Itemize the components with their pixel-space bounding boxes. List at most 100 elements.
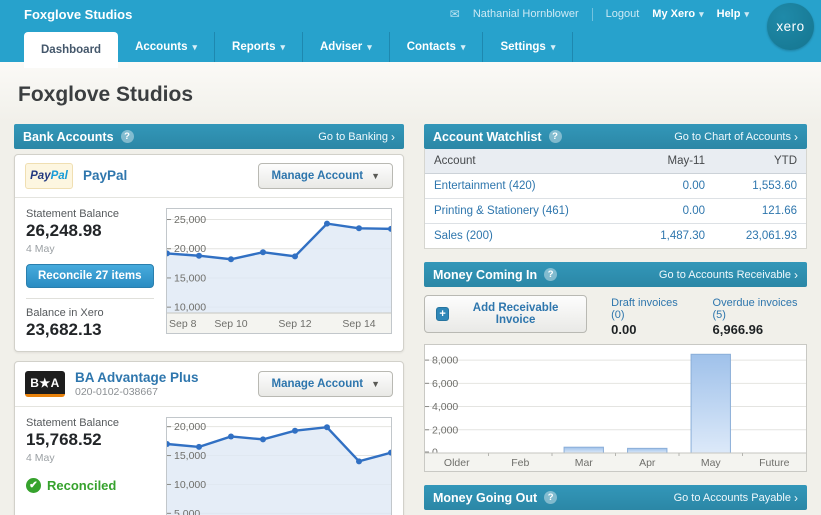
- account-link[interactable]: Entertainment (420): [434, 180, 585, 192]
- statement-balance-label: Statement Balance: [26, 208, 154, 220]
- tab-reports[interactable]: Reports ▾: [215, 32, 303, 62]
- overdue-invoices-stat: Overdue invoices (5) 6,966.96: [713, 295, 807, 337]
- app-header: Foxglove Studios ✉ Nathanial Hornblower …: [0, 0, 821, 62]
- manage-account-button[interactable]: Manage Account ▼: [258, 163, 393, 189]
- draft-invoices-stat: Draft invoices (0) 0.00: [611, 295, 688, 337]
- tab-dashboard[interactable]: Dashboard: [24, 32, 118, 68]
- table-row: Entertainment (420) 0.00 1,553.60: [425, 174, 806, 199]
- tab-settings[interactable]: Settings ▾: [483, 32, 573, 62]
- user-name-link[interactable]: Nathanial Hornblower: [473, 8, 579, 20]
- help-icon[interactable]: ?: [544, 491, 557, 504]
- draft-invoices-value: 0.00: [611, 322, 688, 337]
- ba-account-link[interactable]: BA Advantage Plus: [75, 370, 199, 385]
- money-in-actions: + Add Receivable Invoice Draft invoices …: [424, 287, 807, 344]
- reconcile-button[interactable]: Reconcile 27 items: [26, 264, 154, 288]
- watchlist-header-row: Account May-11 YTD: [425, 149, 806, 174]
- go-to-banking-link[interactable]: Go to Banking ›: [318, 131, 395, 143]
- manage-account-button[interactable]: Manage Account ▼: [258, 371, 393, 397]
- paypal-account-card: PayPal PayPal Manage Account ▼ Statement…: [14, 154, 404, 352]
- svg-text:Apr: Apr: [639, 457, 656, 469]
- chevron-down-icon: ▾: [699, 9, 704, 20]
- account-link[interactable]: Printing & Stationery (461): [434, 205, 585, 217]
- svg-text:Mar: Mar: [575, 457, 594, 469]
- chevron-down-icon: ▾: [551, 42, 556, 53]
- page-title: Foxglove Studios: [0, 62, 821, 124]
- watchlist-title: Account Watchlist: [433, 130, 542, 144]
- tab-contacts[interactable]: Contacts ▾: [390, 32, 484, 62]
- table-row: Printing & Stationery (461) 0.00 121.66: [425, 199, 806, 224]
- go-to-accounts-receivable-link[interactable]: Go to Accounts Receivable ›: [659, 269, 798, 281]
- svg-text:15,000: 15,000: [174, 450, 206, 462]
- svg-text:May: May: [701, 457, 722, 469]
- svg-text:15,000: 15,000: [174, 272, 206, 284]
- tab-adviser[interactable]: Adviser ▾: [303, 32, 390, 62]
- money-coming-in-section: Money Coming In ? Go to Accounts Receiva…: [424, 262, 807, 472]
- svg-text:Feb: Feb: [511, 457, 529, 469]
- my-xero-menu[interactable]: My Xero ▾: [652, 8, 703, 20]
- svg-text:2,000: 2,000: [432, 424, 458, 436]
- top-right-menu: ✉ Nathanial Hornblower Logout My Xero ▾ …: [450, 7, 811, 21]
- paypal-card-header: PayPal PayPal Manage Account ▼: [15, 155, 403, 198]
- svg-text:Sep 10: Sep 10: [214, 318, 247, 330]
- chevron-down-icon: ▾: [280, 42, 285, 53]
- svg-text:8,000: 8,000: [432, 355, 458, 367]
- statement-balance-label: Statement Balance: [26, 417, 154, 429]
- overdue-invoices-link[interactable]: Overdue invoices (5): [713, 297, 807, 321]
- bank-accounts-title: Bank Accounts: [23, 130, 114, 144]
- statement-date: 4 May: [26, 243, 154, 255]
- top-bar: Foxglove Studios ✉ Nathanial Hornblower …: [0, 0, 821, 28]
- paypal-stats: Statement Balance 26,248.98 4 May Reconc…: [26, 208, 154, 340]
- bank-accounts-header: Bank Accounts ? Go to Banking ›: [14, 124, 404, 149]
- money-in-title: Money Coming In: [433, 268, 537, 282]
- help-icon[interactable]: ?: [121, 130, 134, 143]
- statement-balance-value: 26,248.98: [26, 221, 154, 241]
- chevron-right-icon: ›: [794, 269, 798, 281]
- ba-card-header: B★A BA Advantage Plus 020-0102-038667 Ma…: [15, 362, 403, 407]
- svg-text:5,000: 5,000: [174, 508, 200, 515]
- check-circle-icon: ✔: [26, 478, 41, 493]
- paypal-account-link[interactable]: PayPal: [83, 168, 127, 183]
- main-nav: Dashboard Accounts ▾ Reports ▾ Adviser ▾…: [0, 28, 821, 62]
- balance-in-xero-label: Balance in Xero: [26, 307, 154, 319]
- chevron-down-icon: ▾: [367, 42, 372, 53]
- money-out-actions: + Add Payable Invoice Draft invoices (0)…: [424, 510, 807, 515]
- money-coming-in-chart: 02,0004,0006,0008,000OlderFebMarAprMayFu…: [424, 344, 807, 472]
- svg-text:20,000: 20,000: [174, 421, 206, 433]
- watchlist-header: Account Watchlist ? Go to Chart of Accou…: [424, 124, 807, 149]
- svg-text:10,000: 10,000: [174, 302, 206, 314]
- ba-account-number: 020-0102-038667: [75, 386, 199, 398]
- logout-link[interactable]: Logout: [606, 8, 640, 20]
- tab-accounts[interactable]: Accounts ▾: [118, 32, 215, 62]
- money-out-header: Money Going Out ? Go to Accounts Payable…: [424, 485, 807, 510]
- svg-text:Sep 8: Sep 8: [169, 318, 197, 330]
- help-icon[interactable]: ?: [549, 130, 562, 143]
- svg-text:Future: Future: [759, 457, 790, 469]
- chevron-right-icon: ›: [794, 492, 798, 504]
- money-going-out-section: Money Going Out ? Go to Accounts Payable…: [424, 485, 807, 515]
- svg-text:Sep 14: Sep 14: [342, 318, 375, 330]
- svg-text:Older: Older: [444, 457, 470, 469]
- go-to-accounts-payable-link[interactable]: Go to Accounts Payable ›: [674, 492, 798, 504]
- chevron-down-icon: ▾: [192, 42, 197, 53]
- svg-text:6,000: 6,000: [432, 378, 458, 390]
- svg-text:20,000: 20,000: [174, 243, 206, 255]
- statement-date: 4 May: [26, 452, 154, 464]
- help-icon[interactable]: ?: [544, 268, 557, 281]
- go-to-chart-of-accounts-link[interactable]: Go to Chart of Accounts ›: [674, 131, 798, 143]
- paypal-balance-chart: 10,00015,00020,00025,000Sep 8Sep 10Sep 1…: [166, 208, 392, 334]
- account-link[interactable]: Sales (200): [434, 230, 585, 242]
- balance-in-xero-value: 23,682.13: [26, 320, 154, 340]
- ba-bank-logo: B★A: [25, 371, 65, 397]
- draft-invoices-link[interactable]: Draft invoices (0): [611, 297, 688, 321]
- svg-text:4,000: 4,000: [432, 401, 458, 413]
- overdue-invoices-value: 6,966.96: [713, 322, 807, 337]
- chevron-down-icon: ▾: [744, 9, 749, 20]
- chevron-down-icon: ▼: [371, 171, 380, 181]
- help-menu[interactable]: Help ▾: [717, 8, 749, 20]
- chevron-down-icon: ▼: [371, 379, 380, 389]
- ba-account-card: B★A BA Advantage Plus 020-0102-038667 Ma…: [14, 361, 404, 515]
- dashboard-content: Foxglove Studios Bank Accounts ? Go to B…: [0, 62, 821, 515]
- add-receivable-invoice-button[interactable]: + Add Receivable Invoice: [424, 295, 587, 333]
- money-out-title: Money Going Out: [433, 491, 537, 505]
- reconciled-status: ✔ Reconciled: [26, 478, 154, 493]
